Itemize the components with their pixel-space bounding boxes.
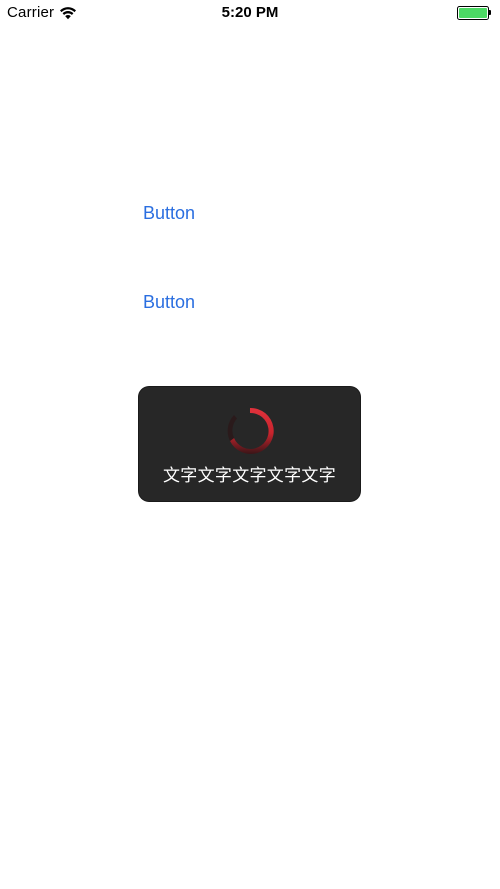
status-bar: Carrier 5:20 PM [0,0,500,26]
button-2[interactable]: Button [143,292,195,313]
screen: Carrier 5:20 PM Button Button 文字文字文字文字文字 [0,0,500,889]
status-time: 5:20 PM [221,4,279,21]
battery-icon [457,6,493,20]
battery-fill [459,8,487,18]
loading-spinner-icon [227,407,274,454]
hud-message: 文字文字文字文字文字 [163,466,336,486]
button-1[interactable]: Button [143,203,195,224]
